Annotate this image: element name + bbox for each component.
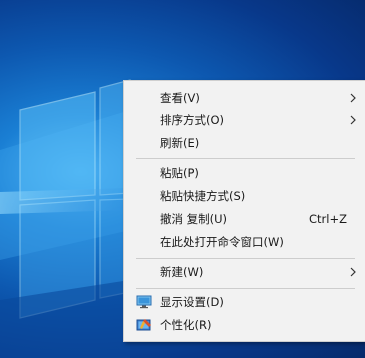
menu-item-display-settings[interactable]: 显示设置(D) (124, 291, 365, 313)
desktop-context-menu: 查看(V) 排序方式(O) 刷新(E) 粘贴(P) 粘贴快捷方式(S) 撤消 复… (123, 80, 365, 342)
menu-item-open-command-window[interactable]: 在此处打开命令窗口(W) (124, 231, 365, 253)
menu-item-personalize-label: 个性化(R) (160, 318, 212, 332)
menu-item-display-settings-label: 显示设置(D) (160, 295, 224, 309)
monitor-icon (136, 295, 152, 309)
menu-item-undo-copy-shortcut: Ctrl+Z (309, 212, 347, 226)
menu-separator (136, 258, 355, 259)
chevron-right-icon (350, 93, 356, 103)
menu-item-paste[interactable]: 粘贴(P) (124, 162, 365, 184)
personalize-icon (136, 319, 151, 331)
menu-item-refresh-label: 刷新(E) (160, 136, 200, 150)
menu-item-paste-shortcut-label: 粘贴快捷方式(S) (160, 189, 246, 203)
menu-item-refresh[interactable]: 刷新(E) (124, 132, 365, 154)
menu-item-undo-copy-label: 撤消 复制(U) (160, 212, 228, 226)
chevron-right-icon (350, 115, 356, 125)
menu-item-view[interactable]: 查看(V) (124, 87, 365, 109)
menu-item-paste-shortcut[interactable]: 粘贴快捷方式(S) (124, 185, 365, 207)
chevron-right-icon (350, 267, 356, 277)
menu-separator (136, 288, 355, 289)
menu-item-personalize[interactable]: 个性化(R) (124, 314, 365, 336)
menu-item-view-label: 查看(V) (160, 91, 200, 105)
menu-item-open-command-window-label: 在此处打开命令窗口(W) (160, 235, 284, 249)
menu-item-paste-label: 粘贴(P) (160, 166, 199, 180)
menu-item-new[interactable]: 新建(W) (124, 261, 365, 283)
menu-item-undo-copy[interactable]: 撤消 复制(U) Ctrl+Z (124, 208, 365, 230)
menu-item-sort-by-label: 排序方式(O) (160, 113, 225, 127)
menu-separator (136, 158, 355, 159)
menu-item-new-label: 新建(W) (160, 265, 204, 279)
menu-item-sort-by[interactable]: 排序方式(O) (124, 109, 365, 131)
